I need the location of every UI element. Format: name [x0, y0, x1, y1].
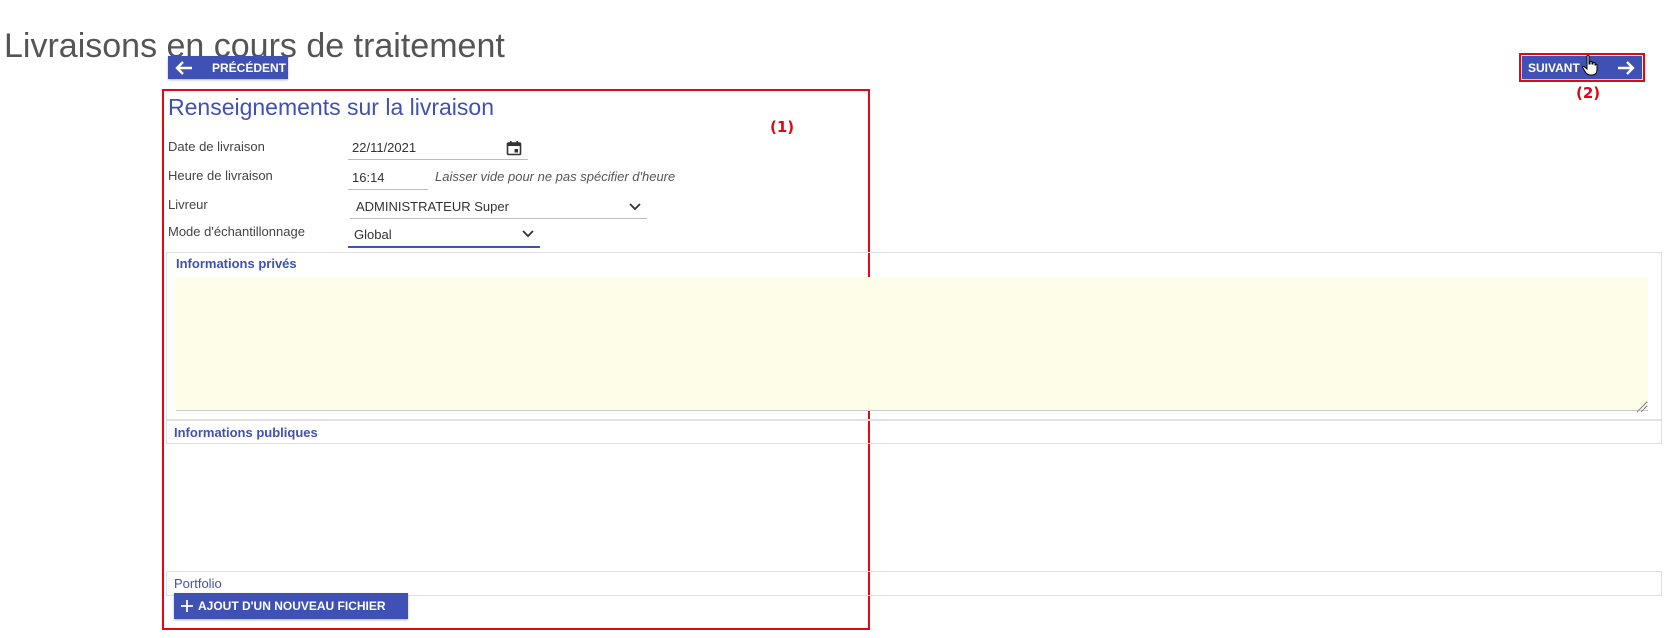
previous-button-label: PRÉCÉDENT [212, 60, 287, 75]
calendar-icon[interactable] [506, 140, 522, 156]
annotation-marker-2: (2) [1576, 84, 1601, 102]
chevron-down-icon [522, 230, 534, 238]
date-value: 22/11/2021 [352, 140, 417, 155]
time-label: Heure de livraison [168, 168, 273, 183]
portfolio-label: Portfolio [174, 576, 222, 591]
mode-value: Global [354, 226, 392, 242]
livreur-value: ADMINISTRATEUR Super [356, 199, 509, 214]
chevron-down-icon [629, 202, 641, 211]
public-info-label: Informations publiques [174, 425, 318, 440]
annotation-marker-1: (1) [770, 118, 795, 136]
time-field[interactable]: 16:14 [348, 166, 428, 190]
arrow-right-icon [1616, 60, 1636, 76]
plus-icon [180, 599, 194, 613]
hand-cursor-icon [1582, 54, 1598, 81]
resize-grip-icon[interactable] [1636, 400, 1645, 418]
public-info-panel [166, 420, 1662, 444]
date-field[interactable]: 22/11/2021 [348, 136, 528, 160]
livreur-select[interactable]: ADMINISTRATEUR Super [350, 195, 647, 219]
mode-label: Mode d'échantillonnage [168, 224, 305, 239]
next-button-label: SUIVANT [1528, 60, 1580, 75]
previous-button[interactable]: PRÉCÉDENT [168, 56, 288, 79]
add-file-button-label: AJOUT D'UN NOUVEAU FICHIER [198, 599, 386, 613]
livreur-label: Livreur [168, 197, 208, 212]
arrow-left-icon [174, 60, 194, 76]
date-label: Date de livraison [168, 139, 265, 154]
mode-select[interactable]: Global [348, 222, 540, 248]
add-file-button[interactable]: AJOUT D'UN NOUVEAU FICHIER [174, 593, 408, 619]
section-title: Renseignements sur la livraison [168, 94, 494, 120]
private-info-textarea[interactable] [176, 277, 1648, 411]
private-info-label: Informations privés [176, 256, 297, 271]
time-hint: Laisser vide pour ne pas spécifier d'heu… [435, 169, 676, 184]
time-value: 16:14 [352, 170, 385, 185]
